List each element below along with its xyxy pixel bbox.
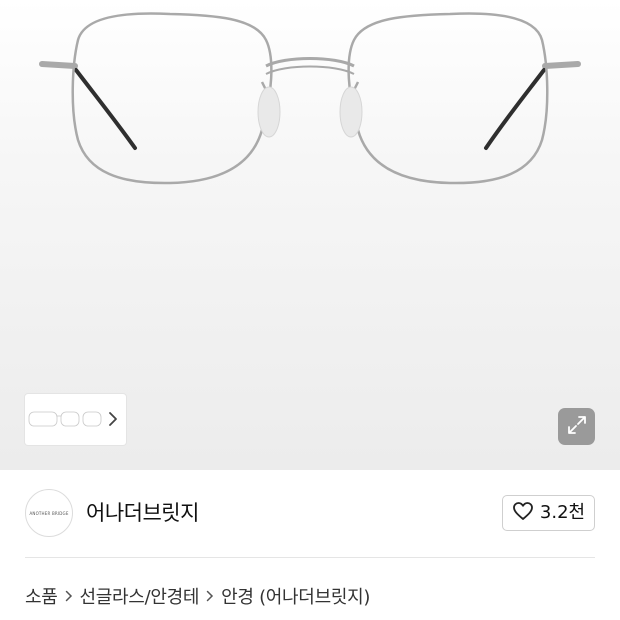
brand-logo-text: ANOTHER BRIDGE <box>29 510 69 516</box>
breadcrumb-item-glasses[interactable]: 안경 (어나더브릿지) <box>221 583 370 609</box>
breadcrumb-item-accessories[interactable]: 소품 <box>25 583 58 609</box>
product-main-image[interactable] <box>0 0 620 200</box>
like-count: 3.2천 <box>539 502 586 523</box>
breadcrumb: 소품 선글라스/안경테 안경 (어나더브릿지) <box>25 583 370 609</box>
expand-button[interactable] <box>558 408 595 445</box>
expand-icon <box>566 414 588 440</box>
chevron-right-icon[interactable] <box>106 408 120 430</box>
brand-name[interactable]: 어나더브릿지 <box>86 500 199 526</box>
thumbnail-strip[interactable] <box>25 394 126 445</box>
thumbnail-image[interactable] <box>25 394 105 445</box>
divider <box>25 557 595 558</box>
product-gallery[interactable] <box>0 0 620 470</box>
brand-logo[interactable]: ANOTHER BRIDGE <box>25 489 73 537</box>
brand-row: ANOTHER BRIDGE 어나더브릿지 3.2천 <box>0 470 620 557</box>
chevron-right-icon <box>199 590 221 602</box>
heart-icon <box>512 501 534 525</box>
breadcrumb-item-sunglasses-frames[interactable]: 선글라스/안경테 <box>80 583 200 609</box>
chevron-right-icon <box>58 590 80 602</box>
like-button[interactable]: 3.2천 <box>502 495 595 531</box>
